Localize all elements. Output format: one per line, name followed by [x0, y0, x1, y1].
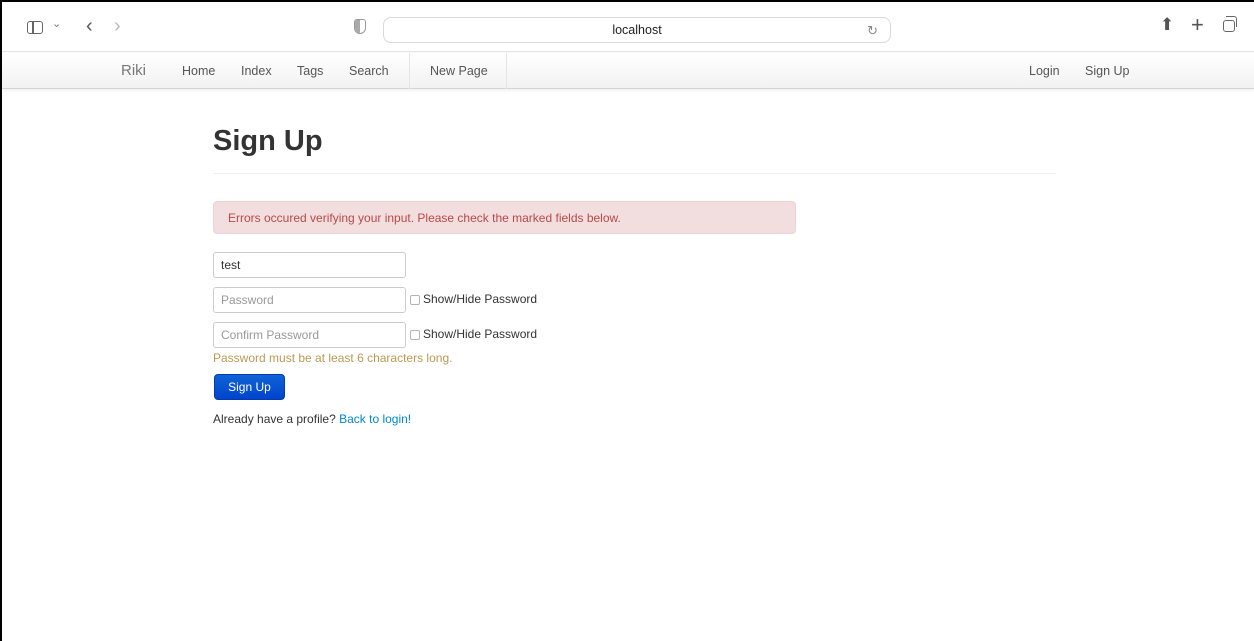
address-bar[interactable]: localhost ↻ — [383, 17, 891, 43]
show-password-label[interactable]: Show/Hide Password — [423, 292, 537, 306]
error-alert: Errors occured verifying your input. Ple… — [213, 201, 796, 234]
browser-toolbar: ⌄ ‹ › localhost ↻ ⬆ + — [2, 2, 1254, 52]
password-error-text: Password must be at least 6 characters l… — [213, 351, 453, 365]
show-password-checkbox[interactable] — [410, 295, 420, 305]
login-prompt-text: Already have a profile? — [213, 412, 336, 426]
forward-arrow-icon[interactable]: › — [114, 16, 121, 36]
nav-index[interactable]: Index — [241, 64, 272, 78]
nav-login[interactable]: Login — [1029, 64, 1060, 78]
show-confirm-password-label[interactable]: Show/Hide Password — [423, 327, 537, 341]
nav-divider — [506, 53, 507, 89]
privacy-shield-icon[interactable] — [354, 19, 366, 34]
nav-search[interactable]: Search — [349, 64, 389, 78]
show-confirm-password-checkbox[interactable] — [410, 330, 420, 340]
confirm-password-input[interactable] — [213, 322, 406, 348]
brand-logo[interactable]: Riki — [121, 62, 146, 79]
back-arrow-icon[interactable]: ‹ — [86, 16, 93, 36]
chevron-down-icon[interactable]: ⌄ — [52, 19, 61, 30]
login-prompt: Already have a profile? Back to login! — [213, 412, 411, 426]
sign-up-button[interactable]: Sign Up — [214, 374, 285, 400]
password-input[interactable] — [213, 287, 406, 313]
nav-home[interactable]: Home — [182, 64, 215, 78]
sidebar-toggle-icon[interactable] — [27, 21, 43, 34]
site-navbar: Riki Home Index Tags Search New Page Log… — [2, 53, 1254, 89]
title-divider — [213, 173, 1056, 174]
nav-divider — [409, 53, 410, 89]
browser-window: ⌄ ‹ › localhost ↻ ⬆ + Riki Home Index Ta… — [0, 0, 1254, 641]
share-icon[interactable]: ⬆ — [1160, 16, 1174, 33]
new-tab-icon[interactable]: + — [1191, 14, 1204, 36]
nav-tags[interactable]: Tags — [297, 64, 323, 78]
back-to-login-link[interactable]: Back to login! — [339, 412, 411, 426]
nav-new-page[interactable]: New Page — [430, 64, 488, 78]
page-title: Sign Up — [213, 125, 323, 157]
address-text: localhost — [612, 23, 662, 37]
tab-overview-icon[interactable] — [1223, 16, 1237, 32]
reload-icon[interactable]: ↻ — [867, 23, 878, 39]
username-input[interactable] — [213, 252, 406, 278]
nav-sign-up[interactable]: Sign Up — [1085, 64, 1129, 78]
